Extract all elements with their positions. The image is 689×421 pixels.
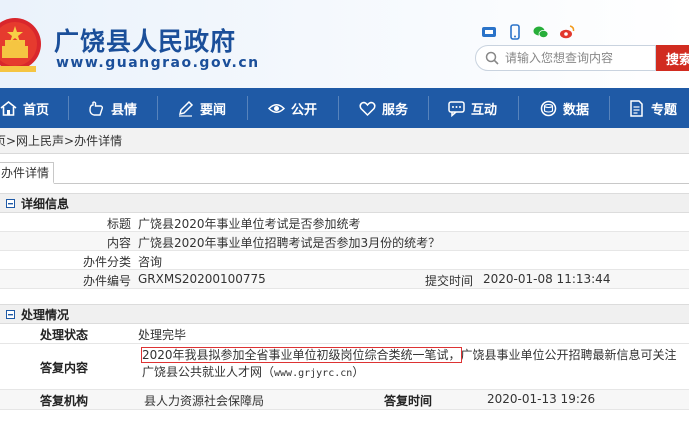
- nav-item-topic[interactable]: 专题: [628, 88, 677, 128]
- nav-item-service[interactable]: 服务: [359, 88, 408, 128]
- nav-label: 首页: [23, 102, 50, 118]
- field-value: 处理完毕: [138, 328, 187, 342]
- nav-item-news[interactable]: 要闻: [177, 88, 226, 128]
- field-label: 标题: [106, 217, 131, 231]
- nav-label: 服务: [382, 102, 409, 118]
- nav-item-data[interactable]: 数据: [540, 88, 589, 128]
- data-icon: [540, 100, 557, 116]
- field-label: 提交时间: [425, 274, 474, 288]
- row-title: 标题 广饶县2020年事业单位考试是否参加统考: [0, 213, 689, 232]
- breadcrumb-text[interactable]: 页>网上民声>办件详情: [0, 134, 122, 148]
- chat-icon: [448, 100, 465, 117]
- site-header: 广饶县人民政府 www.guangrao.gov.cn 搜索: [0, 0, 689, 88]
- accessibility-icon[interactable]: [481, 24, 497, 40]
- tab-detail[interactable]: 办件详情: [0, 162, 55, 184]
- field-label: 处理状态: [40, 328, 89, 342]
- row-status: 处理状态 处理完毕: [0, 324, 689, 344]
- nav-label: 县情: [111, 102, 138, 118]
- field-label: 答复机构: [40, 394, 89, 408]
- breadcrumb: 页>网上民声>办件详情: [0, 128, 689, 154]
- answer-end: ）: [352, 365, 365, 379]
- nav-label: 公开: [291, 102, 318, 118]
- answer-content: 2020年我县拟参加全省事业单位初级岗位综合类统一笔试，广饶县事业单位公开招聘最…: [141, 347, 687, 382]
- main-nav: 首页 县情 要闻 公开 服务 互动 数据 专题: [0, 88, 689, 128]
- nav-item-home[interactable]: 首页: [0, 88, 49, 128]
- home-icon: [0, 100, 17, 116]
- search-input[interactable]: [505, 51, 655, 65]
- mobile-icon[interactable]: [507, 24, 523, 40]
- nav-item-county[interactable]: 县情: [88, 88, 137, 128]
- answer-link[interactable]: www.grjyrc.cn: [274, 368, 352, 379]
- field-label: 办件编号: [82, 274, 131, 288]
- detail-tab-bar: 办件详情: [0, 162, 689, 184]
- pencil-icon: [178, 100, 194, 117]
- document-icon: [630, 99, 643, 117]
- search-icon: [485, 51, 499, 65]
- row-agency: 答复机构 县人力资源社会保障局 答复时间 2020-01-13 19:26: [0, 390, 689, 410]
- nav-label: 互动: [471, 102, 498, 118]
- wechat-icon[interactable]: [533, 24, 549, 40]
- hand-icon: [89, 100, 104, 116]
- section-title: 详细信息: [21, 196, 70, 211]
- row-category: 办件分类 咨询: [0, 251, 689, 270]
- national-emblem-icon: [0, 18, 41, 72]
- minus-square-icon[interactable]: [6, 309, 15, 319]
- nav-label: 专题: [651, 102, 678, 118]
- field-value: 2020-01-13 19:26: [487, 392, 596, 406]
- section-title: 处理情况: [21, 307, 70, 322]
- field-label: 答复内容: [40, 361, 89, 375]
- search-box: [475, 45, 656, 71]
- field-value: 广饶县2020年事业单位招聘考试是否参加3月份的统考？: [138, 236, 441, 250]
- field-value: GRXMS20200100775: [138, 272, 266, 286]
- row-number: 办件编号 GRXMS20200100775 提交时间 2020-01-08 11…: [0, 270, 689, 289]
- field-label: 内容: [106, 236, 131, 250]
- field-label: 办件分类: [82, 255, 131, 269]
- site-url: www.guangrao.gov.cn: [56, 55, 260, 71]
- site-title: 广饶县人民政府: [54, 27, 237, 56]
- weibo-icon[interactable]: [559, 24, 575, 40]
- heart-icon: [359, 101, 376, 116]
- nav-label: 要闻: [200, 102, 227, 118]
- nav-label: 数据: [563, 102, 590, 118]
- nav-item-interact[interactable]: 互动: [448, 88, 497, 128]
- social-icons: [481, 24, 575, 40]
- section-detail-header: 详细信息: [0, 193, 689, 213]
- row-content: 内容 广饶县2020年事业单位招聘考试是否参加3月份的统考？: [0, 232, 689, 251]
- field-value: 2020-01-08 11:13:44: [483, 272, 611, 286]
- eye-icon: [268, 103, 285, 113]
- answer-highlight: 2020年我县拟参加全省事业单位初级岗位综合类统一笔试，: [141, 347, 462, 363]
- row-answer: 答复内容 2020年我县拟参加全省事业单位初级岗位综合类统一笔试，广饶县事业单位…: [0, 344, 689, 390]
- field-value: 咨询: [138, 255, 163, 269]
- field-label: 答复时间: [384, 394, 433, 408]
- nav-item-public[interactable]: 公开: [268, 88, 317, 128]
- field-value: 广饶县2020年事业单位考试是否参加统考: [138, 217, 361, 231]
- minus-square-icon[interactable]: [6, 198, 15, 208]
- field-value: 县人力资源社会保障局: [144, 394, 265, 408]
- search-button[interactable]: 搜索: [656, 45, 689, 71]
- section-handling-header: 处理情况: [0, 304, 689, 324]
